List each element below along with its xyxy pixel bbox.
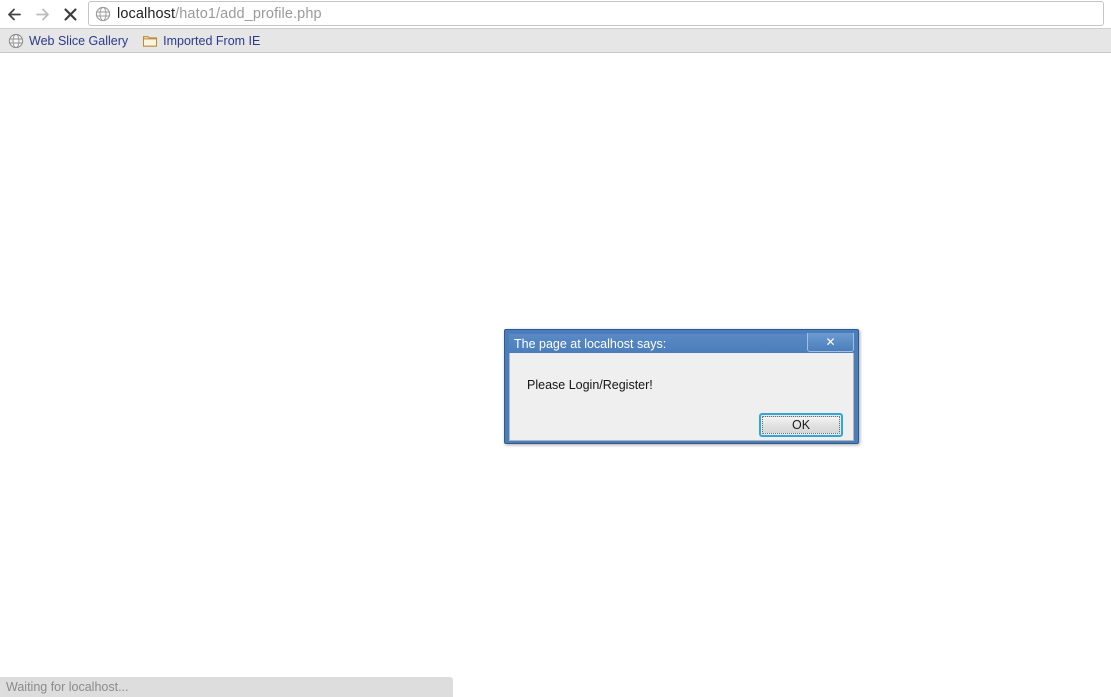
stop-loading-button[interactable] xyxy=(56,1,84,27)
dialog-title: The page at localhost says: xyxy=(514,336,667,351)
close-x-icon: ✕ xyxy=(825,335,836,349)
ok-button[interactable]: OK xyxy=(762,416,840,434)
dialog-body: Please Login/Register! OK xyxy=(509,353,854,441)
dialog-message: Please Login/Register! xyxy=(527,378,653,392)
back-button[interactable] xyxy=(0,1,28,27)
address-bar-text: localhost/hato1/add_profile.php xyxy=(117,6,322,22)
bookmarks-bar: Web Slice Gallery Imported From IE xyxy=(0,28,1111,53)
page-content-area: The page at localhost says: ✕ Please Log… xyxy=(0,54,1111,697)
status-bubble: Waiting for localhost... xyxy=(0,677,453,697)
bookmark-web-slice-gallery[interactable]: Web Slice Gallery xyxy=(2,31,134,51)
arrow-right-icon xyxy=(35,8,49,20)
status-text: Waiting for localhost... xyxy=(6,680,129,694)
bookmark-label: Web Slice Gallery xyxy=(29,33,129,48)
close-x-icon xyxy=(63,7,77,21)
bookmark-label: Imported From IE xyxy=(163,33,261,48)
url-host: localhost xyxy=(117,5,176,22)
forward-button[interactable] xyxy=(28,1,56,27)
ok-button-focus-ring: OK xyxy=(759,413,843,437)
globe-icon xyxy=(8,33,24,49)
dialog-titlebar: The page at localhost says: xyxy=(509,334,854,353)
arrow-left-icon xyxy=(7,8,21,20)
browser-toolbar: localhost/hato1/add_profile.php xyxy=(0,0,1111,28)
url-path: /hato1/add_profile.php xyxy=(175,5,322,22)
bookmark-imported-from-ie[interactable]: Imported From IE xyxy=(136,31,266,51)
dialog-inner: The page at localhost says: ✕ Please Log… xyxy=(509,333,854,441)
javascript-alert-dialog: The page at localhost says: ✕ Please Log… xyxy=(504,329,859,444)
address-bar[interactable]: localhost/hato1/add_profile.php xyxy=(88,1,1104,26)
ok-button-label: OK xyxy=(791,418,811,432)
folder-icon xyxy=(142,33,158,49)
globe-icon xyxy=(95,6,111,22)
close-button[interactable]: ✕ xyxy=(807,333,854,352)
